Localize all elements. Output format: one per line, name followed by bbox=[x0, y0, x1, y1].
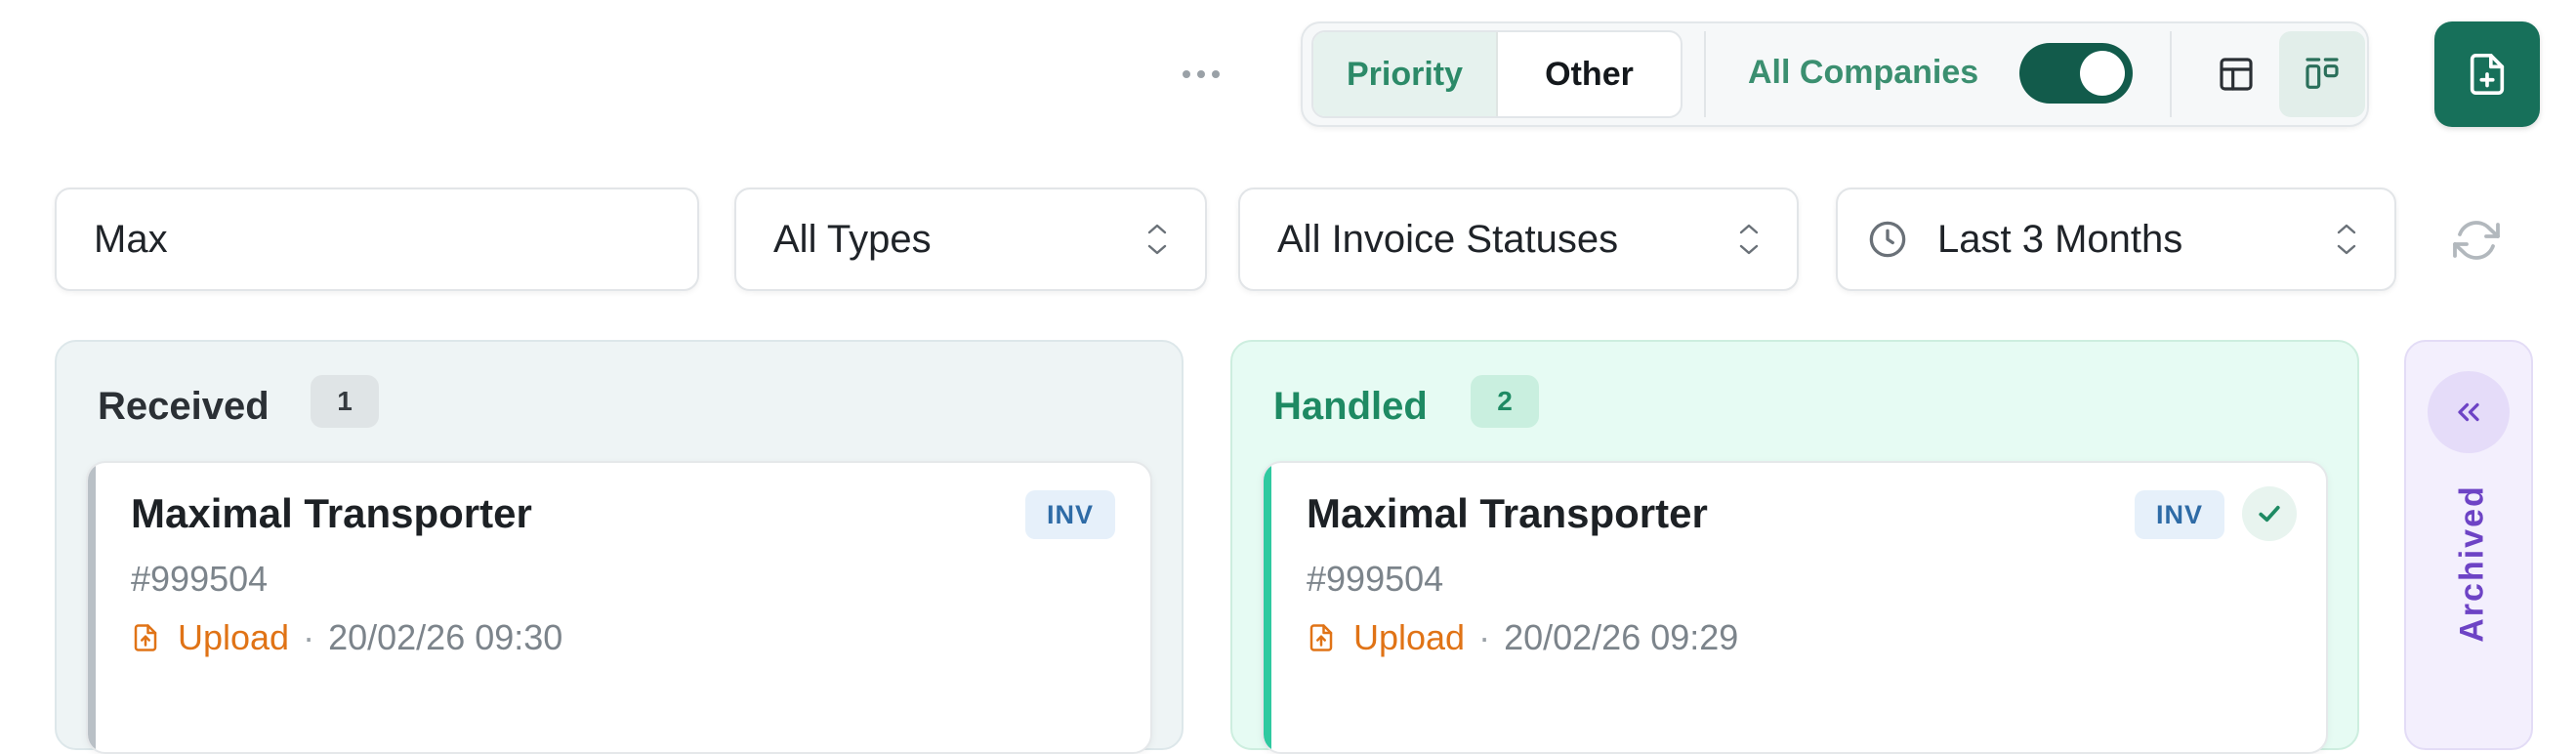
refresh-button[interactable] bbox=[2449, 213, 2504, 268]
card-accent bbox=[88, 463, 96, 752]
column-title-handled: Handled bbox=[1273, 385, 1428, 428]
board-view-button[interactable] bbox=[2279, 31, 2365, 117]
more-horizontal-icon bbox=[1183, 70, 1190, 78]
toolbar-divider bbox=[1704, 31, 1706, 117]
type-select-value: All Types bbox=[773, 217, 932, 261]
card-source: Upload bbox=[178, 617, 290, 657]
check-icon bbox=[2259, 505, 2280, 523]
new-document-button[interactable] bbox=[2434, 21, 2540, 127]
count-badge-handled: 2 bbox=[1471, 375, 1539, 428]
file-plus-icon bbox=[2470, 54, 2505, 95]
chevrons-left-icon bbox=[2458, 402, 2479, 422]
card-meta: Upload · 20/02/26 09:29 bbox=[1307, 617, 1738, 658]
chevron-updown-icon bbox=[2336, 223, 2357, 256]
date-range-select[interactable]: Last 3 Months bbox=[1836, 188, 2396, 291]
table-view-button[interactable] bbox=[2193, 31, 2279, 117]
table-icon bbox=[2220, 58, 2253, 91]
card-timestamp: 20/02/26 09:29 bbox=[1504, 617, 1739, 657]
count-badge-received: 1 bbox=[311, 375, 379, 428]
upload-file-icon bbox=[134, 624, 157, 651]
date-range-value: Last 3 Months bbox=[1937, 217, 2183, 261]
card-accent bbox=[1264, 463, 1271, 752]
all-companies-label: All Companies bbox=[1748, 54, 1979, 91]
card-id: #999504 bbox=[131, 559, 269, 599]
invoice-status-select[interactable]: All Invoice Statuses bbox=[1238, 188, 1799, 291]
search-input[interactable] bbox=[94, 217, 660, 262]
card-source: Upload bbox=[1353, 617, 1466, 657]
archived-label-text: Archived bbox=[2453, 484, 2491, 643]
expand-archived-button[interactable] bbox=[2428, 371, 2510, 453]
invoice-card[interactable]: Maximal Transporter INV #999504 Upload ·… bbox=[1262, 461, 2328, 754]
toggle-knob bbox=[2080, 51, 2125, 96]
other-tab[interactable]: Other bbox=[1498, 32, 1681, 116]
card-id: #999504 bbox=[1307, 559, 1444, 599]
toolbar-divider bbox=[2170, 31, 2172, 117]
inv-badge: INV bbox=[1024, 490, 1115, 539]
priority-tab[interactable]: Priority bbox=[1313, 32, 1498, 116]
clock-icon bbox=[1869, 221, 1906, 258]
all-companies-toggle[interactable] bbox=[2019, 43, 2133, 104]
column-title-archived: Archived bbox=[2453, 471, 2492, 656]
meta-separator: · bbox=[303, 617, 315, 657]
handled-status bbox=[2242, 486, 2297, 541]
date-range-group: Last 3 Months bbox=[1867, 218, 2182, 262]
refresh-icon bbox=[2453, 221, 2500, 260]
chevron-updown-icon bbox=[1738, 223, 1760, 256]
kanban-icon bbox=[2306, 58, 2339, 89]
inv-badge: INV bbox=[2134, 490, 2224, 539]
meta-separator: · bbox=[1478, 617, 1491, 657]
type-select[interactable]: All Types bbox=[734, 188, 1207, 291]
card-title: Maximal Transporter bbox=[131, 490, 532, 536]
more-options-button[interactable] bbox=[1177, 57, 1226, 92]
column-title-received: Received bbox=[98, 385, 270, 428]
card-title: Maximal Transporter bbox=[1307, 490, 1708, 536]
chevron-updown-icon bbox=[1146, 223, 1168, 256]
invoice-card[interactable]: Maximal Transporter INV #999504 Upload ·… bbox=[86, 461, 1152, 754]
search-field[interactable] bbox=[55, 188, 699, 291]
priority-other-switch: Priority Other bbox=[1311, 30, 1683, 118]
upload-file-icon bbox=[1309, 624, 1333, 651]
card-timestamp: 20/02/26 09:30 bbox=[328, 617, 563, 657]
card-meta: Upload · 20/02/26 09:30 bbox=[131, 617, 562, 658]
invoice-status-value: All Invoice Statuses bbox=[1277, 217, 1619, 261]
